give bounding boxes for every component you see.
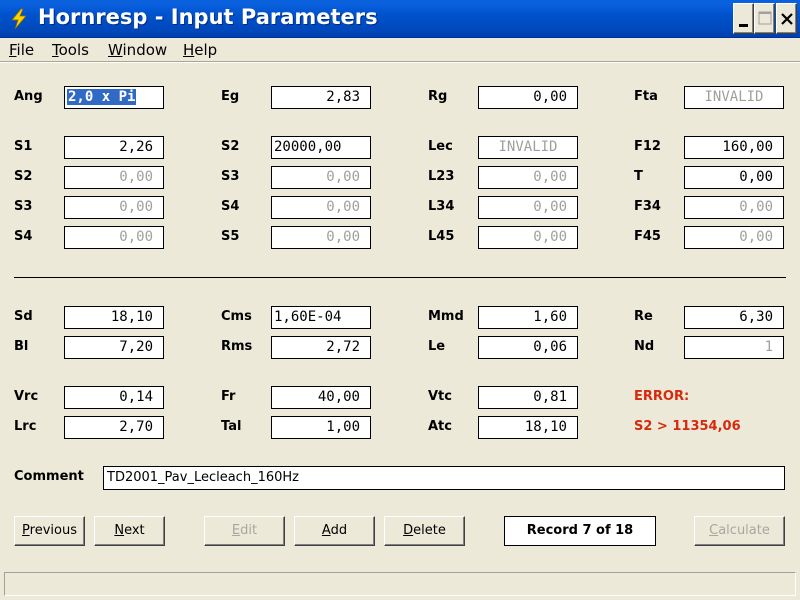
s3b-label: S3	[14, 199, 33, 214]
fta-label: Fta	[634, 89, 658, 104]
l45-label: L45	[428, 229, 455, 244]
fta-field: INVALID	[684, 86, 784, 109]
menu-help[interactable]: Help	[183, 41, 217, 59]
nd-label: Nd	[634, 339, 655, 354]
ang-label: Ang	[14, 89, 43, 104]
maximize-button[interactable]	[754, 3, 775, 34]
lec-field: INVALID	[478, 136, 578, 159]
error-message: S2 > 11354,06	[634, 419, 741, 434]
record-indicator: Record 7 of 18	[504, 516, 656, 546]
vtc-label: Vtc	[428, 389, 452, 404]
s4-label: S4	[221, 199, 240, 214]
fr-label: Fr	[221, 389, 236, 404]
rg-field[interactable]: 0,00	[478, 86, 578, 109]
tal-label: Tal	[221, 419, 242, 434]
atc-field[interactable]: 18,10	[478, 416, 578, 439]
le-field[interactable]: 0,06	[478, 336, 578, 359]
s2b-field: 0,00	[64, 166, 164, 189]
s2-field[interactable]: 20000,00	[271, 136, 371, 159]
comment-field[interactable]: TD2001_Pav_Lecleach_160Hz	[103, 466, 785, 490]
close-icon	[781, 13, 793, 25]
s5-label: S5	[221, 229, 240, 244]
f12-field[interactable]: 160,00	[684, 136, 784, 159]
l34-field: 0,00	[478, 196, 578, 219]
vtc-field[interactable]: 0,81	[478, 386, 578, 409]
window-title: Hornresp - Input Parameters	[38, 5, 378, 29]
delete-button[interactable]: Delete	[384, 516, 465, 546]
t-label: T	[634, 169, 643, 184]
vrc-label: Vrc	[14, 389, 39, 404]
s4b-label: S4	[14, 229, 33, 244]
cms-label: Cms	[221, 309, 252, 324]
lightning-icon	[11, 8, 27, 30]
lrc-field[interactable]: 2,70	[64, 416, 164, 439]
re-label: Re	[634, 309, 653, 324]
f12-label: F12	[634, 139, 661, 154]
l45-field: 0,00	[478, 226, 578, 249]
cms-field[interactable]: 1,60E-04	[271, 306, 371, 329]
status-bar	[4, 572, 796, 596]
s1-label: S1	[14, 139, 33, 154]
s2b-label: S2	[14, 169, 33, 184]
rms-field[interactable]: 2,72	[271, 336, 371, 359]
lrc-label: Lrc	[14, 419, 37, 434]
l23-field: 0,00	[478, 166, 578, 189]
f45-field: 0,00	[684, 226, 784, 249]
ang-field[interactable]: 2,0 x Pi	[64, 86, 164, 109]
nd-field: 1	[684, 336, 784, 359]
tal-field[interactable]: 1,00	[271, 416, 371, 439]
t-field[interactable]: 0,00	[684, 166, 784, 189]
mmd-field[interactable]: 1,60	[478, 306, 578, 329]
mmd-label: Mmd	[428, 309, 464, 324]
sd-label: Sd	[14, 309, 33, 324]
f34-label: F34	[634, 199, 661, 214]
s1-field[interactable]: 2,26	[64, 136, 164, 159]
bl-field[interactable]: 7,20	[64, 336, 164, 359]
fr-field[interactable]: 40,00	[271, 386, 371, 409]
minimize-button[interactable]	[733, 3, 754, 34]
menu-file[interactable]: File	[9, 41, 34, 59]
add-button[interactable]: Add	[294, 516, 375, 546]
le-label: Le	[428, 339, 446, 354]
vrc-field[interactable]: 0,14	[64, 386, 164, 409]
s3-label: S3	[221, 169, 240, 184]
s4b-field: 0,00	[64, 226, 164, 249]
f45-label: F45	[634, 229, 661, 244]
close-button[interactable]	[776, 3, 797, 34]
calculate-button: Calculate	[694, 516, 785, 546]
menu-tools[interactable]: Tools	[52, 41, 89, 59]
title-bar[interactable]: Hornresp - Input Parameters	[0, 0, 800, 38]
error-title: ERROR:	[634, 389, 690, 404]
s5-field: 0,00	[271, 226, 371, 249]
section-divider	[14, 277, 786, 278]
menu-bar: File Tools Window Help	[0, 38, 800, 62]
menu-window[interactable]: Window	[108, 41, 167, 59]
edit-button: Edit	[204, 516, 285, 546]
s3-field: 0,00	[271, 166, 371, 189]
re-field[interactable]: 6,30	[684, 306, 784, 329]
lec-label: Lec	[428, 139, 453, 154]
comment-label: Comment	[14, 469, 84, 484]
eg-field[interactable]: 2,83	[271, 86, 371, 109]
next-button[interactable]: Next	[94, 516, 165, 546]
eg-label: Eg	[221, 89, 240, 104]
bl-label: Bl	[14, 339, 29, 354]
rg-label: Rg	[428, 89, 448, 104]
l34-label: L34	[428, 199, 455, 214]
s4-field: 0,00	[271, 196, 371, 219]
s3b-field: 0,00	[64, 196, 164, 219]
l23-label: L23	[428, 169, 455, 184]
s2-label: S2	[221, 139, 240, 154]
sd-field[interactable]: 18,10	[64, 306, 164, 329]
f34-field: 0,00	[684, 196, 784, 219]
previous-button[interactable]: Previous	[14, 516, 85, 546]
minimize-icon	[739, 24, 748, 27]
ang-value: 2,0 x Pi	[67, 89, 137, 105]
atc-label: Atc	[428, 419, 452, 434]
maximize-icon	[758, 11, 772, 25]
rms-label: Rms	[221, 339, 253, 354]
